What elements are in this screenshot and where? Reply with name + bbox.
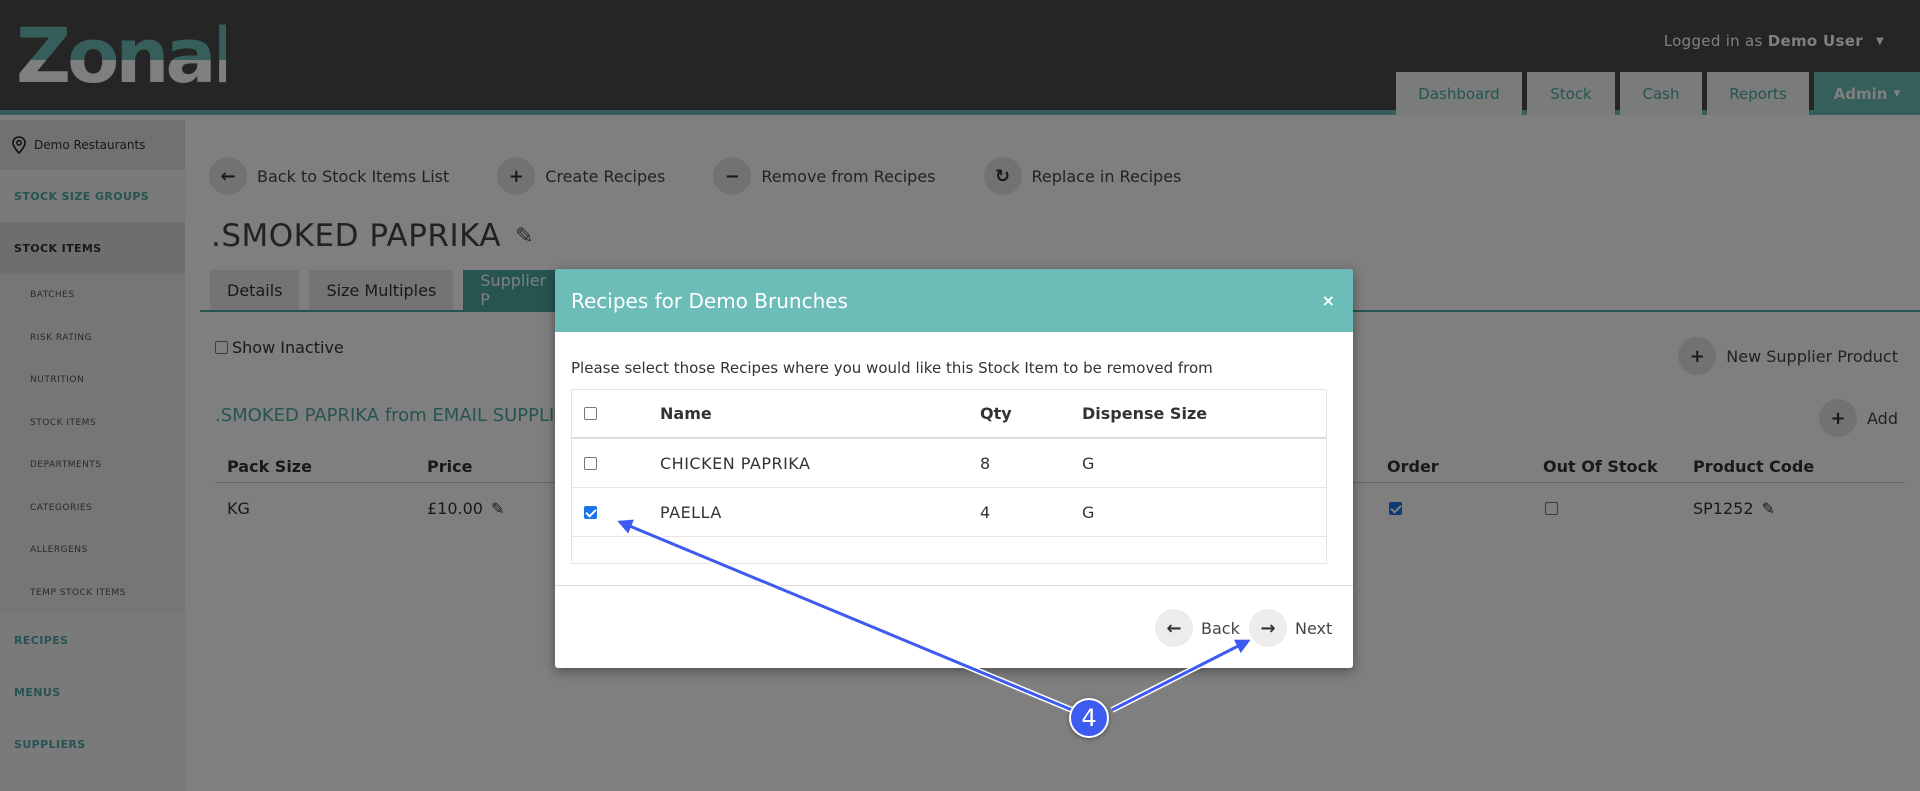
row-dispense-size: G — [1082, 502, 1095, 522]
arrow-right-icon: → — [1249, 609, 1287, 647]
recipes-modal: Recipes for Demo Brunches × Please selec… — [555, 269, 1353, 668]
row-select-cell — [584, 439, 597, 487]
row-name: PAELLA — [660, 502, 722, 522]
select-all-cell — [584, 390, 597, 437]
row-qty: 8 — [980, 453, 991, 473]
back-label: Back — [1201, 618, 1240, 638]
table-row: CHICKEN PAPRIKA 8 G — [572, 439, 1326, 488]
modal-title: Recipes for Demo Brunches — [571, 288, 848, 313]
row-checkbox-chicken-paprika[interactable] — [584, 456, 597, 470]
next-label: Next — [1295, 618, 1333, 638]
row-checkbox-paella[interactable] — [584, 505, 597, 519]
col-name: Name — [660, 404, 712, 423]
row-dispense-size: G — [1082, 453, 1095, 473]
col-qty: Qty — [980, 404, 1012, 423]
select-all-checkbox[interactable] — [584, 407, 597, 420]
modal-footer-divider — [555, 585, 1353, 586]
arrow-left-icon: ← — [1155, 609, 1193, 647]
step-badge: 4 — [1069, 698, 1109, 738]
row-qty: 4 — [980, 502, 991, 522]
col-dispense-size: Dispense Size — [1082, 404, 1208, 423]
row-select-cell — [584, 488, 597, 536]
table-row: PAELLA 4 G — [572, 488, 1326, 537]
modal-header: Recipes for Demo Brunches × — [555, 269, 1353, 332]
recipes-table-header: Name Qty Dispense Size — [572, 390, 1326, 439]
next-button[interactable]: → Next — [1249, 609, 1332, 647]
back-button[interactable]: ← Back — [1155, 609, 1240, 647]
modal-description: Please select those Recipes where you wo… — [571, 359, 1213, 377]
row-name: CHICKEN PAPRIKA — [660, 453, 811, 473]
recipes-table: Name Qty Dispense Size CHICKEN PAPRIKA 8… — [571, 389, 1327, 564]
close-icon[interactable]: × — [1322, 291, 1335, 310]
